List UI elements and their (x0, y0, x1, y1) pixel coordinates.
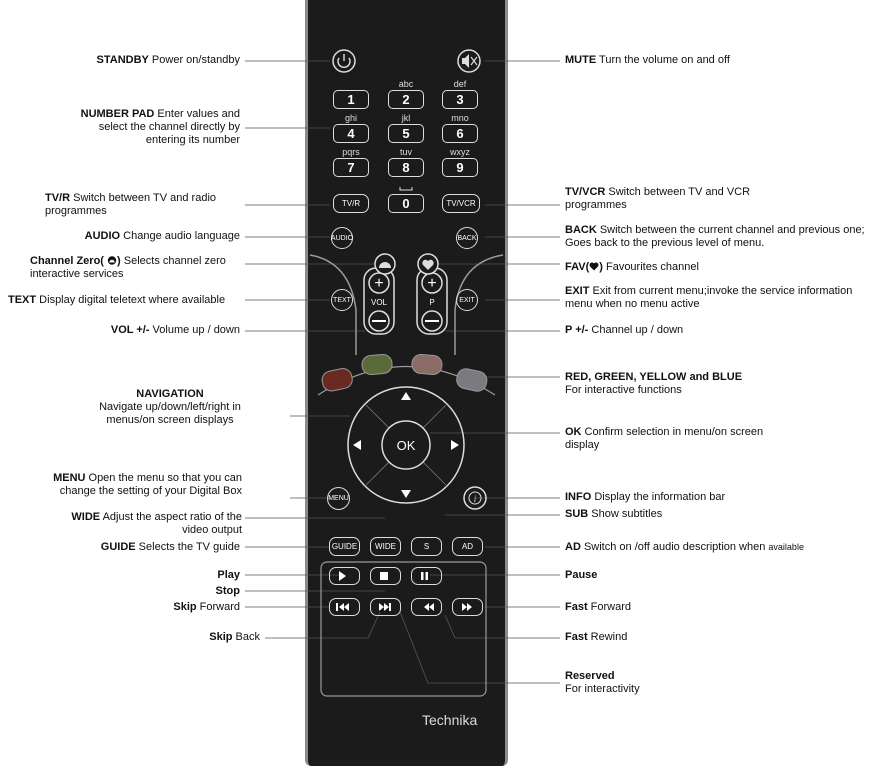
label-fast-rewind: Fast Rewind (565, 631, 628, 643)
label-back: BACK Switch between the current channel … (565, 224, 865, 249)
audio-button[interactable]: AUDIO (331, 227, 353, 249)
blue-button (456, 368, 488, 392)
label-info: INFO Display the information bar (565, 491, 726, 503)
label-reserved: Reserved For interactivity (565, 670, 640, 695)
key-sub-mno: mno (451, 113, 469, 123)
key-8[interactable]: 8 (388, 158, 424, 177)
label-standby: STANDBY Power on/standby (96, 54, 240, 66)
exit-button[interactable]: EXIT (456, 289, 478, 311)
label-tvr: TV/R Switch between TV and radio program… (45, 192, 217, 217)
label-text: TEXT Display digital teletext where avai… (8, 294, 226, 306)
label-guide: GUIDE Selects the TV guide (100, 541, 240, 553)
yellow-button (411, 353, 443, 376)
ad-button[interactable]: AD (452, 537, 483, 556)
key-sub-def: def (453, 79, 467, 89)
guide-button[interactable]: GUIDE (329, 537, 360, 556)
key-sub-jkl: jkl (401, 113, 411, 123)
label-menu: MENU Open the menu so that you can chang… (53, 472, 242, 497)
vol-label: VOL (370, 297, 387, 307)
label-navigation: NAVIGATION Navigate up/down/left/right in… (99, 388, 241, 426)
key-sub-tuv: tuv (399, 147, 412, 157)
red-button (321, 368, 353, 392)
skip-forward-button[interactable] (370, 598, 401, 616)
label-fast-forward: Fast Forward (565, 601, 632, 613)
key-6[interactable]: 6 (442, 124, 478, 143)
label-skip-forward: Skip Forward (173, 601, 240, 613)
label-audio: AUDIO Change audio language (84, 230, 240, 242)
label-number-pad: NUMBER PAD Enter values and select the c… (80, 108, 240, 146)
label-p: P +/- Channel up / down (565, 324, 684, 336)
label-exit: EXIT Exit from current menu;invoke the s… (565, 285, 853, 310)
tvr-button[interactable]: TV/R (333, 194, 369, 213)
menu-button[interactable]: MENU (327, 487, 350, 510)
wide-button[interactable]: WIDE (370, 537, 401, 556)
label-skip-back: Skip Back (209, 631, 260, 643)
label-mute: MUTE Turn the volume on and off (565, 54, 730, 66)
label-fav: FAV() Favourites channel (565, 261, 699, 273)
svg-text:+: + (374, 275, 383, 292)
channel-zero-icon (107, 256, 117, 265)
key-5[interactable]: 5 (388, 124, 424, 143)
play-button[interactable] (329, 567, 360, 585)
pause-button[interactable] (411, 567, 442, 585)
left-arrow-icon (353, 440, 361, 450)
tvvcr-button[interactable]: TV/VCR (442, 194, 480, 213)
key-1[interactable]: 1 (333, 90, 369, 109)
label-pause: Pause (565, 569, 598, 581)
svg-text:+: + (427, 275, 436, 292)
stop-button[interactable] (370, 567, 401, 585)
label-ad: AD Switch on /off audio description when… (565, 541, 804, 553)
mute-icon (462, 54, 469, 68)
key-4[interactable]: 4 (333, 124, 369, 143)
text-button[interactable]: TEXT (331, 289, 353, 311)
label-stop: Stop (215, 585, 240, 597)
label-vol: VOL +/- Volume up / down (110, 324, 240, 336)
brand-logo: Technika (422, 712, 478, 728)
key-sub-ghi: ghi (344, 113, 357, 123)
label-ok: OK Confirm selection in menu/on screen d… (565, 426, 764, 451)
heart-icon (589, 262, 599, 271)
svg-text:i: i (474, 494, 477, 504)
p-label: P (429, 297, 435, 307)
label-wide: WIDE Adjust the aspect ratio of the vide… (71, 511, 242, 536)
label-channel-zero: Channel Zero( ) Selects channel zero int… (30, 255, 226, 280)
key-sub-pqrs: pqrs (342, 147, 360, 157)
sub-button[interactable]: S (411, 537, 442, 556)
key-3[interactable]: 3 (442, 90, 478, 109)
key-7[interactable]: 7 (333, 158, 369, 177)
green-button (361, 353, 393, 376)
key-0[interactable]: 0 (388, 194, 424, 213)
label-tvvcr: TV/VCR Switch between TV and VCR program… (565, 186, 751, 211)
key-2[interactable]: 2 (388, 90, 424, 109)
label-sub: SUB Show subtitles (565, 508, 663, 520)
skip-back-button[interactable] (329, 598, 360, 616)
label-color-buttons: RED, GREEN, YELLOW and BLUE For interacti… (565, 371, 743, 396)
right-arrow-icon (451, 440, 459, 450)
back-button[interactable]: BACK (456, 227, 478, 249)
up-arrow-icon (401, 392, 411, 400)
key-sub-wxyz: wxyz (450, 147, 470, 157)
fast-forward-button[interactable] (452, 598, 483, 616)
ok-label[interactable]: OK (388, 436, 424, 454)
key-9[interactable]: 9 (442, 158, 478, 177)
down-arrow-icon (401, 490, 411, 498)
key-sub-abc: abc (398, 79, 414, 89)
rewind-button[interactable] (411, 598, 442, 616)
label-play: Play (217, 569, 240, 581)
